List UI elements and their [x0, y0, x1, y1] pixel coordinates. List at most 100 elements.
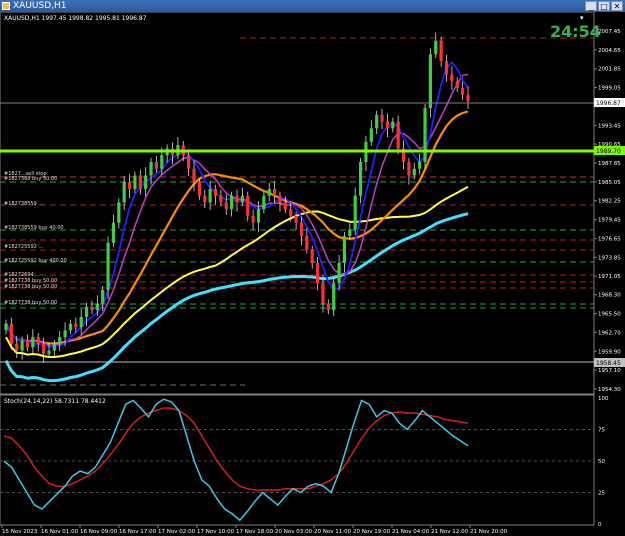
- stochastic-panel[interactable]: [0, 394, 595, 526]
- bear-candle: [42, 343, 46, 354]
- bear-candle: [25, 340, 30, 348]
- bull-candle: [58, 337, 62, 344]
- bull-candle: [79, 316, 83, 328]
- bear-candle: [154, 162, 159, 169]
- price-tick-label: 2007.45: [598, 29, 621, 35]
- bull-candle: [84, 306, 89, 317]
- bull-candle: [262, 195, 266, 210]
- bull-candle: [52, 343, 56, 351]
- price-tick-label: 1962.70: [598, 330, 621, 336]
- time-tick-label: 16 Nov 17:00: [119, 529, 157, 535]
- bear-candle: [213, 188, 218, 196]
- bear-candle: [396, 121, 400, 149]
- chart-window-icon: [2, 2, 10, 10]
- bear-candle: [455, 81, 459, 88]
- price-tick-label: 1987.85: [598, 161, 621, 167]
- maximize-button[interactable]: □: [598, 1, 610, 11]
- bull-candle: [149, 162, 153, 176]
- bear-candle: [273, 188, 277, 196]
- highlight-price-label: 1989.70: [596, 148, 621, 155]
- window-titlebar[interactable]: XAUUSD,H1 _ □ ✕: [0, 0, 625, 12]
- bear-candle: [385, 121, 390, 129]
- bear-candle: [450, 74, 454, 82]
- order-label: #182725592 ...: [4, 244, 44, 250]
- bear-candle: [15, 343, 19, 351]
- time-tick-label: 17 Nov 18:00: [236, 529, 274, 535]
- bull-candle: [358, 162, 363, 196]
- bear-candle: [203, 195, 207, 203]
- order-label: #182725592 buy 400.00: [4, 258, 67, 264]
- main-price-panel[interactable]: [0, 12, 595, 395]
- time-tick-label: 20 Nov 03:00: [275, 529, 313, 535]
- price-tick-label: 1979.45: [598, 218, 621, 224]
- close-button[interactable]: ✕: [611, 1, 623, 11]
- bull-candle: [160, 155, 164, 169]
- bear-candle: [187, 155, 191, 169]
- current-price-label: 1996.87: [596, 100, 621, 107]
- stochastic-level-label: 50: [598, 459, 605, 465]
- price-tick-label: 2004.65: [598, 48, 621, 54]
- symbol-header: XAUUSD,H1 1997.45 1998.82 1995.81 1996.8…: [4, 15, 147, 22]
- time-tick-label: 20 Nov 11:00: [314, 529, 352, 535]
- bear-candle: [90, 306, 94, 311]
- time-tick-label: 16 Nov 09:00: [80, 529, 118, 535]
- bear-candle: [138, 175, 142, 189]
- bear-candle: [224, 202, 228, 210]
- bear-candle: [466, 94, 470, 102]
- order-label: #1827738 buy 50.00: [4, 284, 57, 290]
- order-label: #182738559 ...: [4, 201, 44, 207]
- bull-candle: [423, 108, 427, 163]
- bull-candle: [230, 195, 234, 210]
- bull-candle: [418, 162, 422, 169]
- bull-candle: [106, 242, 110, 290]
- stochastic-level-label: 75: [598, 428, 605, 434]
- order-label: #1827388 buy 50.00: [4, 176, 57, 182]
- minimize-button[interactable]: _: [585, 1, 597, 11]
- bear-candle: [294, 215, 298, 223]
- bull-candle: [267, 188, 271, 196]
- bear-candle: [439, 40, 443, 61]
- bull-candle: [369, 128, 373, 142]
- price-tick-label: 1959.90: [598, 349, 621, 355]
- time-tick-label: 21 Nov 12:00: [431, 529, 469, 535]
- bear-candle: [444, 60, 449, 75]
- price-tick-label: 1985.05: [598, 180, 621, 186]
- bull-candle: [342, 236, 347, 264]
- window-title: XAUUSD,H1: [13, 1, 67, 11]
- price-tick-label: 1982.25: [598, 199, 621, 205]
- price-tick-label: 1999.05: [598, 86, 621, 92]
- bear-candle: [251, 215, 255, 223]
- time-tick-label: 21 Nov 04:00: [392, 529, 430, 535]
- bear-candle: [315, 263, 320, 284]
- bull-candle: [412, 168, 416, 176]
- time-tick-label: 17 Nov 02:00: [158, 529, 196, 535]
- price-tick-label: 1976.65: [598, 236, 621, 242]
- bear-candle: [197, 182, 201, 196]
- time-tick-label: 21 Nov 20:00: [470, 529, 508, 535]
- time-axis: 15 Nov 2023 16 Nov 01:00 16 Nov 09:00 16 No…: [1, 525, 508, 535]
- bear-candle: [36, 337, 40, 344]
- bull-candle: [133, 175, 137, 189]
- bull-candle: [332, 283, 336, 311]
- bull-candle: [353, 195, 357, 230]
- bear-candle: [283, 202, 287, 210]
- time-tick-label: 15 Nov 2023: [2, 529, 38, 535]
- bear-candle: [246, 195, 250, 216]
- bull-candle: [31, 337, 35, 348]
- price-tick-label: 1993.45: [598, 123, 621, 129]
- bull-candle: [101, 289, 105, 304]
- bear-candle: [74, 323, 78, 328]
- bear-candle: [9, 323, 13, 344]
- bull-candle: [122, 182, 126, 203]
- chart-scroll-marker: ▾: [580, 14, 584, 22]
- order-label: #1827738 buy 50.00: [4, 300, 57, 306]
- price-tick-label: 1968.30: [598, 293, 621, 299]
- bull-candle: [428, 54, 432, 109]
- chart-area[interactable]: XAUUSD,H1 1997.45 1998.82 1995.81 1996.8…: [0, 12, 625, 536]
- price-axis: 2007.452004.652001.851999.051993.451990.…: [594, 29, 621, 393]
- stochastic-header: Stoch(24,14,22) 58.7311 78.4412: [4, 398, 106, 405]
- price-tick-label: 1973.85: [598, 255, 621, 261]
- bear-candle: [192, 168, 196, 183]
- bear-candle: [321, 283, 325, 304]
- bear-candle: [127, 182, 132, 189]
